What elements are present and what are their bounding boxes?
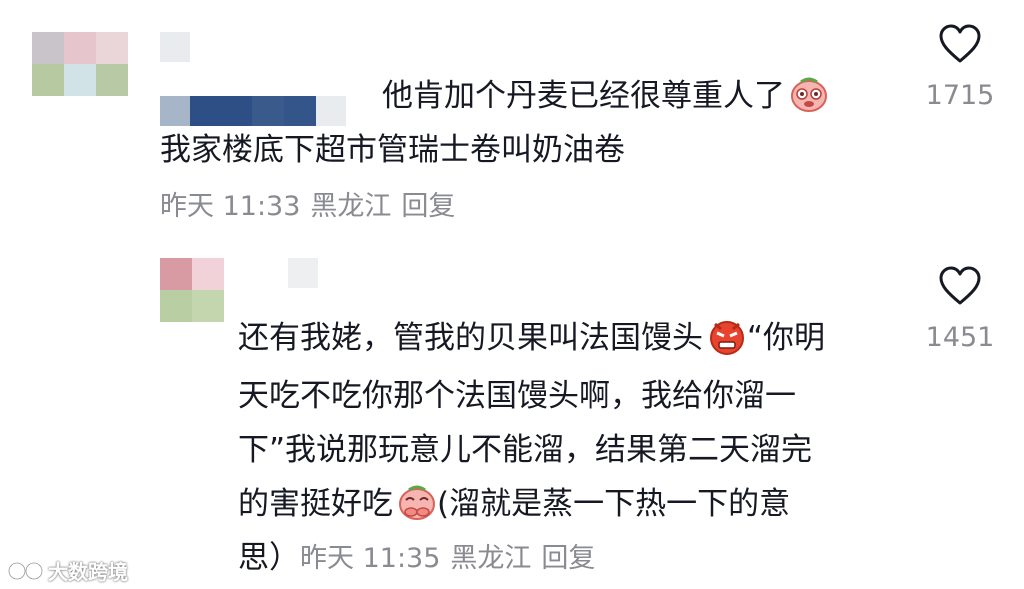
comment-body-line-5: 思）: [238, 540, 300, 576]
comment-body-line-2: 我家楼底下超市管瑞士卷叫奶油卷: [160, 132, 625, 168]
comment-meta: 昨天 11:35 黑龙江 回复: [300, 542, 605, 576]
comment-location: 黑龙江: [310, 191, 392, 222]
comment-time: 昨天 11:33: [160, 191, 301, 222]
like-count: 1451: [925, 322, 995, 353]
commenter-avatar[interactable]: [160, 258, 224, 322]
comment-time: 昨天 11:35: [300, 543, 441, 574]
comment-body-line-2: 天吃不吃你那个法国馒头啊，我给你溜一: [238, 378, 796, 414]
watermark-text: 大数跨境: [48, 560, 128, 584]
commenter-avatar[interactable]: [32, 32, 128, 96]
watermark: 大数跨境: [8, 556, 128, 585]
crying-face-emoji: [791, 77, 827, 112]
commenter-username[interactable]: [288, 258, 318, 288]
comment-meta: 昨天 11:33 黑龙江 回复: [160, 190, 465, 224]
comment-body-line-3: 下”我说那玩意儿不能溜，结果第二天溜完: [238, 432, 813, 468]
angry-face-emoji: [710, 321, 744, 355]
comment-location: 黑龙江: [450, 543, 532, 574]
heart-outline-icon[interactable]: [938, 24, 982, 64]
commenter-username[interactable]: [160, 32, 346, 126]
comment-body-line-4: 的害挺好吃 (溜就是蒸一下热一下的意: [238, 482, 790, 527]
watermark-logo-icon: [8, 561, 44, 580]
comment-body-line-1: 还有我姥，管我的贝果叫法国馒头 “你明: [238, 316, 825, 361]
reply-button[interactable]: 回复: [541, 543, 595, 574]
username-mosaic: [160, 96, 346, 126]
like-count: 1715: [925, 80, 995, 111]
covering-mouth-emoji: [399, 485, 435, 520]
comment-body-line-1: 他肯加个丹麦已经很尊重人了: [382, 74, 829, 119]
heart-outline-icon[interactable]: [938, 266, 982, 306]
reply-button[interactable]: 回复: [401, 191, 455, 222]
